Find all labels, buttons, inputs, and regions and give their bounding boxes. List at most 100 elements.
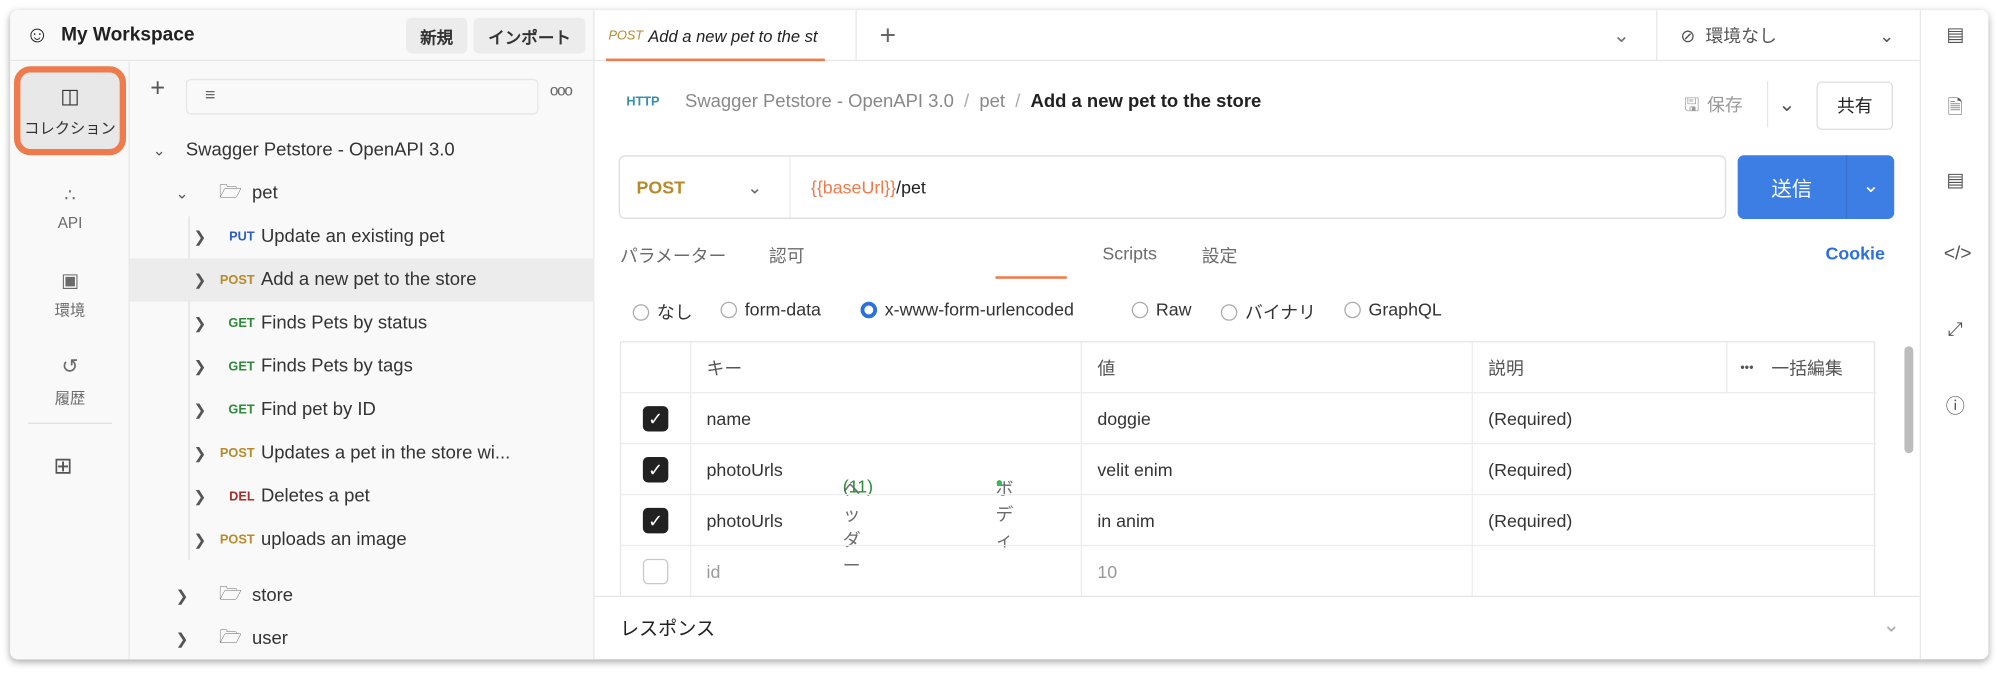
scrollbar[interactable] bbox=[1904, 346, 1914, 454]
history-icon: ↺ bbox=[61, 355, 79, 378]
breadcrumb-collection[interactable]: Swagger Petstore - OpenAPI 3.0 bbox=[685, 92, 954, 112]
import-button[interactable]: インポート bbox=[473, 17, 586, 54]
save-button[interactable]: 🖫 保存 bbox=[1684, 92, 1742, 123]
body-type-radio[interactable]: x-www-form-urlencoded bbox=[860, 299, 1074, 320]
request-row[interactable]: ❯ GET Finds Pets by status bbox=[130, 302, 595, 345]
new-tab-icon[interactable]: + bbox=[880, 19, 896, 52]
chevron-down-icon: ⌄ bbox=[152, 141, 166, 160]
filter-icon: ≡ bbox=[204, 84, 216, 105]
environment-icon: ▣ bbox=[60, 269, 80, 291]
param-description[interactable]: (Required) bbox=[1471, 393, 1877, 445]
code-icon[interactable]: </> bbox=[1944, 243, 1972, 266]
chevron-right-icon: ❯ bbox=[193, 357, 207, 376]
param-description[interactable] bbox=[1471, 546, 1877, 598]
body-type-radio[interactable]: なし bbox=[632, 299, 693, 324]
radio-label: なし bbox=[656, 301, 693, 323]
chevron-right-icon: ❯ bbox=[193, 487, 207, 506]
environment-quick-look-icon[interactable]: ▤ bbox=[1944, 23, 1967, 46]
param-description[interactable]: (Required) bbox=[1471, 444, 1877, 496]
info-icon[interactable]: ⓘ bbox=[1944, 392, 1967, 418]
row-checkbox[interactable]: ✓ bbox=[642, 457, 669, 483]
request-name: Finds Pets by status bbox=[260, 313, 428, 334]
row-checkbox[interactable] bbox=[642, 558, 669, 585]
folder-row-user[interactable]: ❯ 🗁 user bbox=[130, 617, 595, 659]
breadcrumb-request[interactable]: Add a new pet to the store bbox=[1031, 92, 1262, 112]
workspace-name[interactable]: My Workspace bbox=[61, 24, 194, 46]
tab-authorization[interactable]: 認可 bbox=[769, 243, 805, 268]
chevron-down-icon: ⌄ bbox=[747, 176, 763, 197]
tab-scripts[interactable]: Scripts bbox=[1102, 243, 1156, 263]
workspace-header: ☺ My Workspace 新規 インポート bbox=[10, 10, 595, 62]
param-key[interactable]: id bbox=[689, 546, 1081, 598]
new-button[interactable]: 新規 bbox=[406, 17, 468, 54]
folder-icon: 🗁 bbox=[218, 181, 242, 202]
param-key[interactable]: photoUrls bbox=[689, 495, 1081, 547]
request-row[interactable]: ❯ PUT Update an existing pet bbox=[130, 215, 595, 258]
row-checkbox[interactable]: ✓ bbox=[642, 406, 669, 432]
save-options-chevron-icon[interactable]: ⌄ bbox=[1778, 92, 1795, 117]
body-type-radio[interactable]: Raw bbox=[1131, 299, 1192, 320]
comments-icon[interactable]: ▤ bbox=[1944, 168, 1967, 191]
url-input[interactable]: {{baseUrl}} /pet bbox=[811, 157, 926, 218]
radio-label: バイナリ bbox=[1244, 301, 1316, 323]
bulk-edit-button[interactable]: ••• 一括編集 bbox=[1726, 342, 1876, 394]
request-name: Updates a pet in the store wi... bbox=[260, 443, 511, 464]
sidebar-item-collections[interactable]: ◫ コレクション bbox=[14, 66, 127, 156]
send-button[interactable]: 送信 bbox=[1738, 155, 1848, 219]
response-pane[interactable]: レスポンス ⌄ bbox=[594, 595, 1920, 660]
request-row[interactable]: ❯ POST Add a new pet to the store bbox=[129, 258, 595, 302]
request-row[interactable]: ❯ POST Updates a pet in the store wi... bbox=[130, 432, 595, 475]
documentation-icon[interactable]: 🗎 bbox=[1944, 94, 1967, 119]
param-value[interactable]: in anim bbox=[1080, 495, 1472, 547]
related-collections-icon[interactable]: ⤢ bbox=[1944, 318, 1967, 341]
sidebar-item-environments[interactable]: ▣ 環境 bbox=[20, 256, 119, 332]
url-bar: POST ⌄ {{baseUrl}} /pet bbox=[618, 155, 1727, 219]
request-row[interactable]: ❯ GET Finds Pets by tags bbox=[130, 345, 595, 388]
request-row[interactable]: ❯ POST uploads an image bbox=[130, 518, 595, 561]
trash-bin-collection-icon: ◫ bbox=[60, 85, 80, 108]
send-options-chevron-icon[interactable]: ⌄ bbox=[1862, 173, 1879, 198]
url-path: /pet bbox=[896, 176, 926, 198]
request-row[interactable]: ❯ GET Find pet by ID bbox=[130, 388, 595, 431]
chevron-right-icon: ❯ bbox=[193, 444, 207, 463]
param-key[interactable]: name bbox=[689, 393, 1081, 445]
more-options-icon[interactable]: ooo bbox=[550, 81, 573, 99]
request-name: Add a new pet to the store bbox=[260, 269, 477, 291]
tabs-dropdown-icon[interactable]: ⌄ bbox=[1613, 23, 1630, 48]
body-type-radio[interactable]: form-data bbox=[720, 299, 821, 320]
sidebar-item-history[interactable]: ↺ 履歴 bbox=[20, 342, 119, 418]
radio-circle bbox=[632, 303, 650, 321]
row-checkbox[interactable]: ✓ bbox=[642, 507, 669, 534]
breadcrumb-folder[interactable]: pet bbox=[979, 92, 1005, 112]
share-button[interactable]: 共有 bbox=[1816, 81, 1893, 130]
radio-circle bbox=[1220, 303, 1238, 321]
save-icon: 🖫 bbox=[1684, 94, 1700, 115]
tab-settings[interactable]: 設定 bbox=[1202, 243, 1238, 268]
environment-selector[interactable]: ⊘ 環境なし ⌄ bbox=[1656, 10, 1920, 62]
param-description[interactable]: (Required) bbox=[1471, 495, 1877, 547]
app-window: ☺ My Workspace 新規 インポート ◫ コレクション ∴ API ▣… bbox=[10, 10, 1989, 660]
add-apps-icon[interactable]: ⊞ bbox=[53, 453, 72, 480]
folder-name: user bbox=[252, 628, 288, 650]
body-type-radio[interactable]: GraphQL bbox=[1344, 299, 1442, 320]
param-value[interactable]: 10 bbox=[1080, 546, 1472, 598]
url-variable: {{baseUrl}} bbox=[810, 176, 897, 198]
tab-params[interactable]: パラメーター bbox=[620, 243, 726, 268]
add-icon[interactable]: + bbox=[150, 75, 165, 104]
cookie-link[interactable]: Cookie bbox=[1825, 243, 1884, 263]
method-selector[interactable]: POST ⌄ bbox=[620, 156, 791, 218]
request-name: Deletes a pet bbox=[260, 486, 370, 507]
request-row[interactable]: ❯ DEL Deletes a pet bbox=[130, 475, 595, 518]
param-key[interactable]: photoUrls bbox=[689, 444, 1081, 496]
collection-row[interactable]: ⌄ Swagger Petstore - OpenAPI 3.0 bbox=[130, 129, 595, 172]
folder-row-pet[interactable]: ⌄ 🗁 pet bbox=[130, 172, 595, 215]
param-value[interactable]: velit enim bbox=[1080, 444, 1472, 496]
folder-row-store[interactable]: ❯ 🗁 store bbox=[130, 574, 595, 617]
filter-input[interactable]: ≡ bbox=[185, 78, 539, 115]
param-value[interactable]: doggie bbox=[1080, 393, 1472, 445]
body-type-radio[interactable]: バイナリ bbox=[1220, 299, 1316, 324]
radio-label: x-www-form-urlencoded bbox=[884, 299, 1074, 320]
sidebar-item-api[interactable]: ∴ API bbox=[20, 169, 119, 245]
chevron-down-icon: ⌄ bbox=[175, 184, 189, 203]
tab-request[interactable]: POST Add a new pet to the st bbox=[594, 10, 857, 62]
